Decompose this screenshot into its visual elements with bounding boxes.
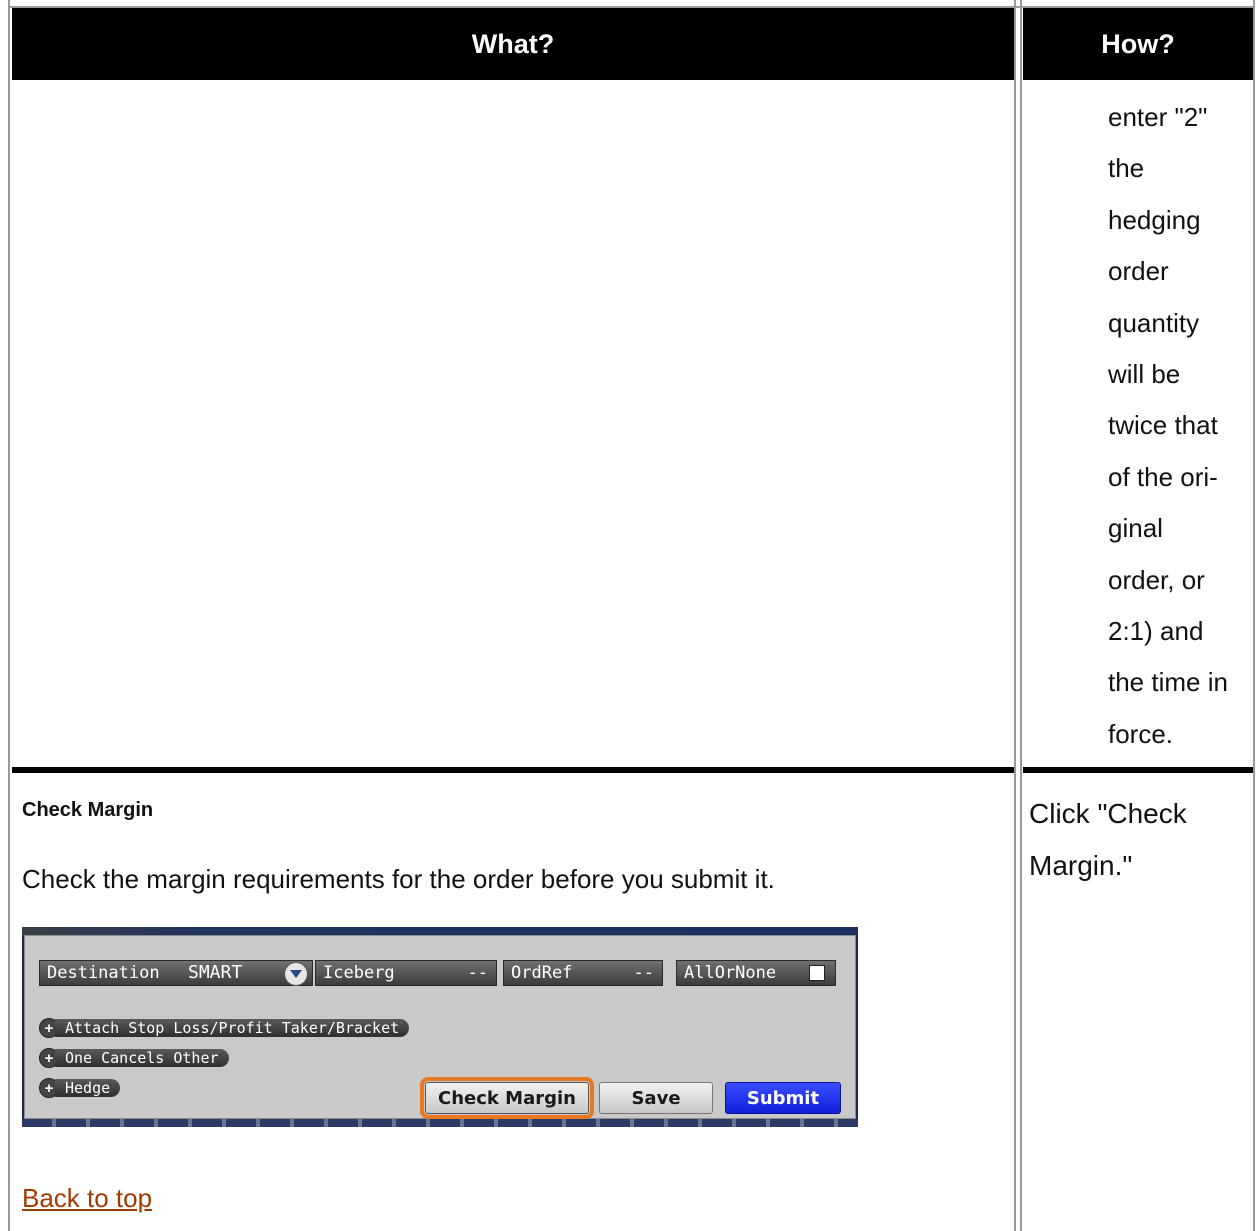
expander-label: Attach Stop Loss/Profit Taker/Bracket	[55, 1019, 410, 1037]
row-separator-what	[12, 767, 1014, 773]
document-page: What? How? enter "2" the hedging order q…	[0, 0, 1256, 1231]
chevron-down-icon[interactable]	[284, 962, 308, 986]
attach-stop-loss-expander[interactable]: + Attach Stop Loss/Profit Taker/Bracket	[39, 1018, 410, 1038]
allornone-field[interactable]: AllOrNone	[676, 960, 836, 986]
how-cell-hedge-text: enter "2" the hedging order quantity wil…	[1108, 92, 1248, 760]
how-line: order	[1108, 256, 1169, 287]
column-divider-left	[1014, 0, 1016, 1231]
how-line: of the ori-	[1108, 461, 1218, 492]
how-line: the time in	[1108, 667, 1228, 698]
how-line: enter "2"	[1108, 102, 1208, 132]
how-line: will be	[1108, 359, 1181, 390]
panel-top-strip	[22, 927, 858, 935]
destination-label: Destination	[47, 963, 160, 983]
section-description: Check the margin requirements for the or…	[22, 864, 775, 894]
how-line: the	[1108, 153, 1145, 184]
destination-value: SMART	[188, 962, 243, 983]
section-title-check-margin: Check Margin	[22, 799, 154, 821]
iceberg-label: Iceberg	[323, 963, 395, 983]
how-line: force.	[1108, 718, 1174, 749]
expander-label: Hedge	[55, 1079, 121, 1097]
how-cell-check-margin: Click "Check Margin."	[1029, 798, 1187, 881]
one-cancels-other-expander[interactable]: + One Cancels Other	[39, 1048, 229, 1068]
hedge-expander[interactable]: + Hedge	[39, 1078, 121, 1098]
allornone-checkbox[interactable]	[809, 965, 825, 981]
iceberg-field[interactable]: Iceberg --	[315, 960, 497, 986]
order-panel-body: Destination SMART Iceberg -- OrdRef -- A…	[24, 935, 856, 1119]
how-line: hedging	[1108, 204, 1201, 235]
panel-bottom-strip	[22, 1119, 858, 1127]
header-how: How?	[1023, 8, 1253, 80]
ordref-label: OrdRef	[511, 963, 573, 983]
ordref-value: --	[633, 963, 654, 983]
how-line: 2:1) and	[1108, 616, 1204, 647]
how-line: ginal	[1108, 513, 1163, 544]
order-panel-screenshot: Destination SMART Iceberg -- OrdRef -- A…	[22, 927, 858, 1127]
how-line: quantity	[1108, 307, 1200, 338]
submit-button[interactable]: Submit	[725, 1082, 841, 1114]
ordref-field[interactable]: OrdRef --	[503, 960, 663, 986]
iceberg-value: --	[467, 963, 488, 983]
destination-field[interactable]: Destination SMART	[39, 960, 313, 986]
how-line: order, or	[1108, 564, 1205, 595]
table-left-border	[8, 0, 10, 1231]
save-button[interactable]: Save	[599, 1082, 713, 1114]
table-right-border	[1253, 0, 1255, 1231]
expander-label: One Cancels Other	[55, 1049, 229, 1067]
row-separator-how	[1023, 767, 1253, 773]
how-line: twice that	[1108, 410, 1218, 441]
check-margin-button[interactable]: Check Margin	[420, 1077, 594, 1119]
allornone-label: AllOrNone	[684, 963, 777, 983]
column-divider-right	[1020, 0, 1022, 1231]
back-to-top-link[interactable]: Back to top	[22, 1183, 152, 1214]
header-what: What?	[12, 8, 1014, 80]
